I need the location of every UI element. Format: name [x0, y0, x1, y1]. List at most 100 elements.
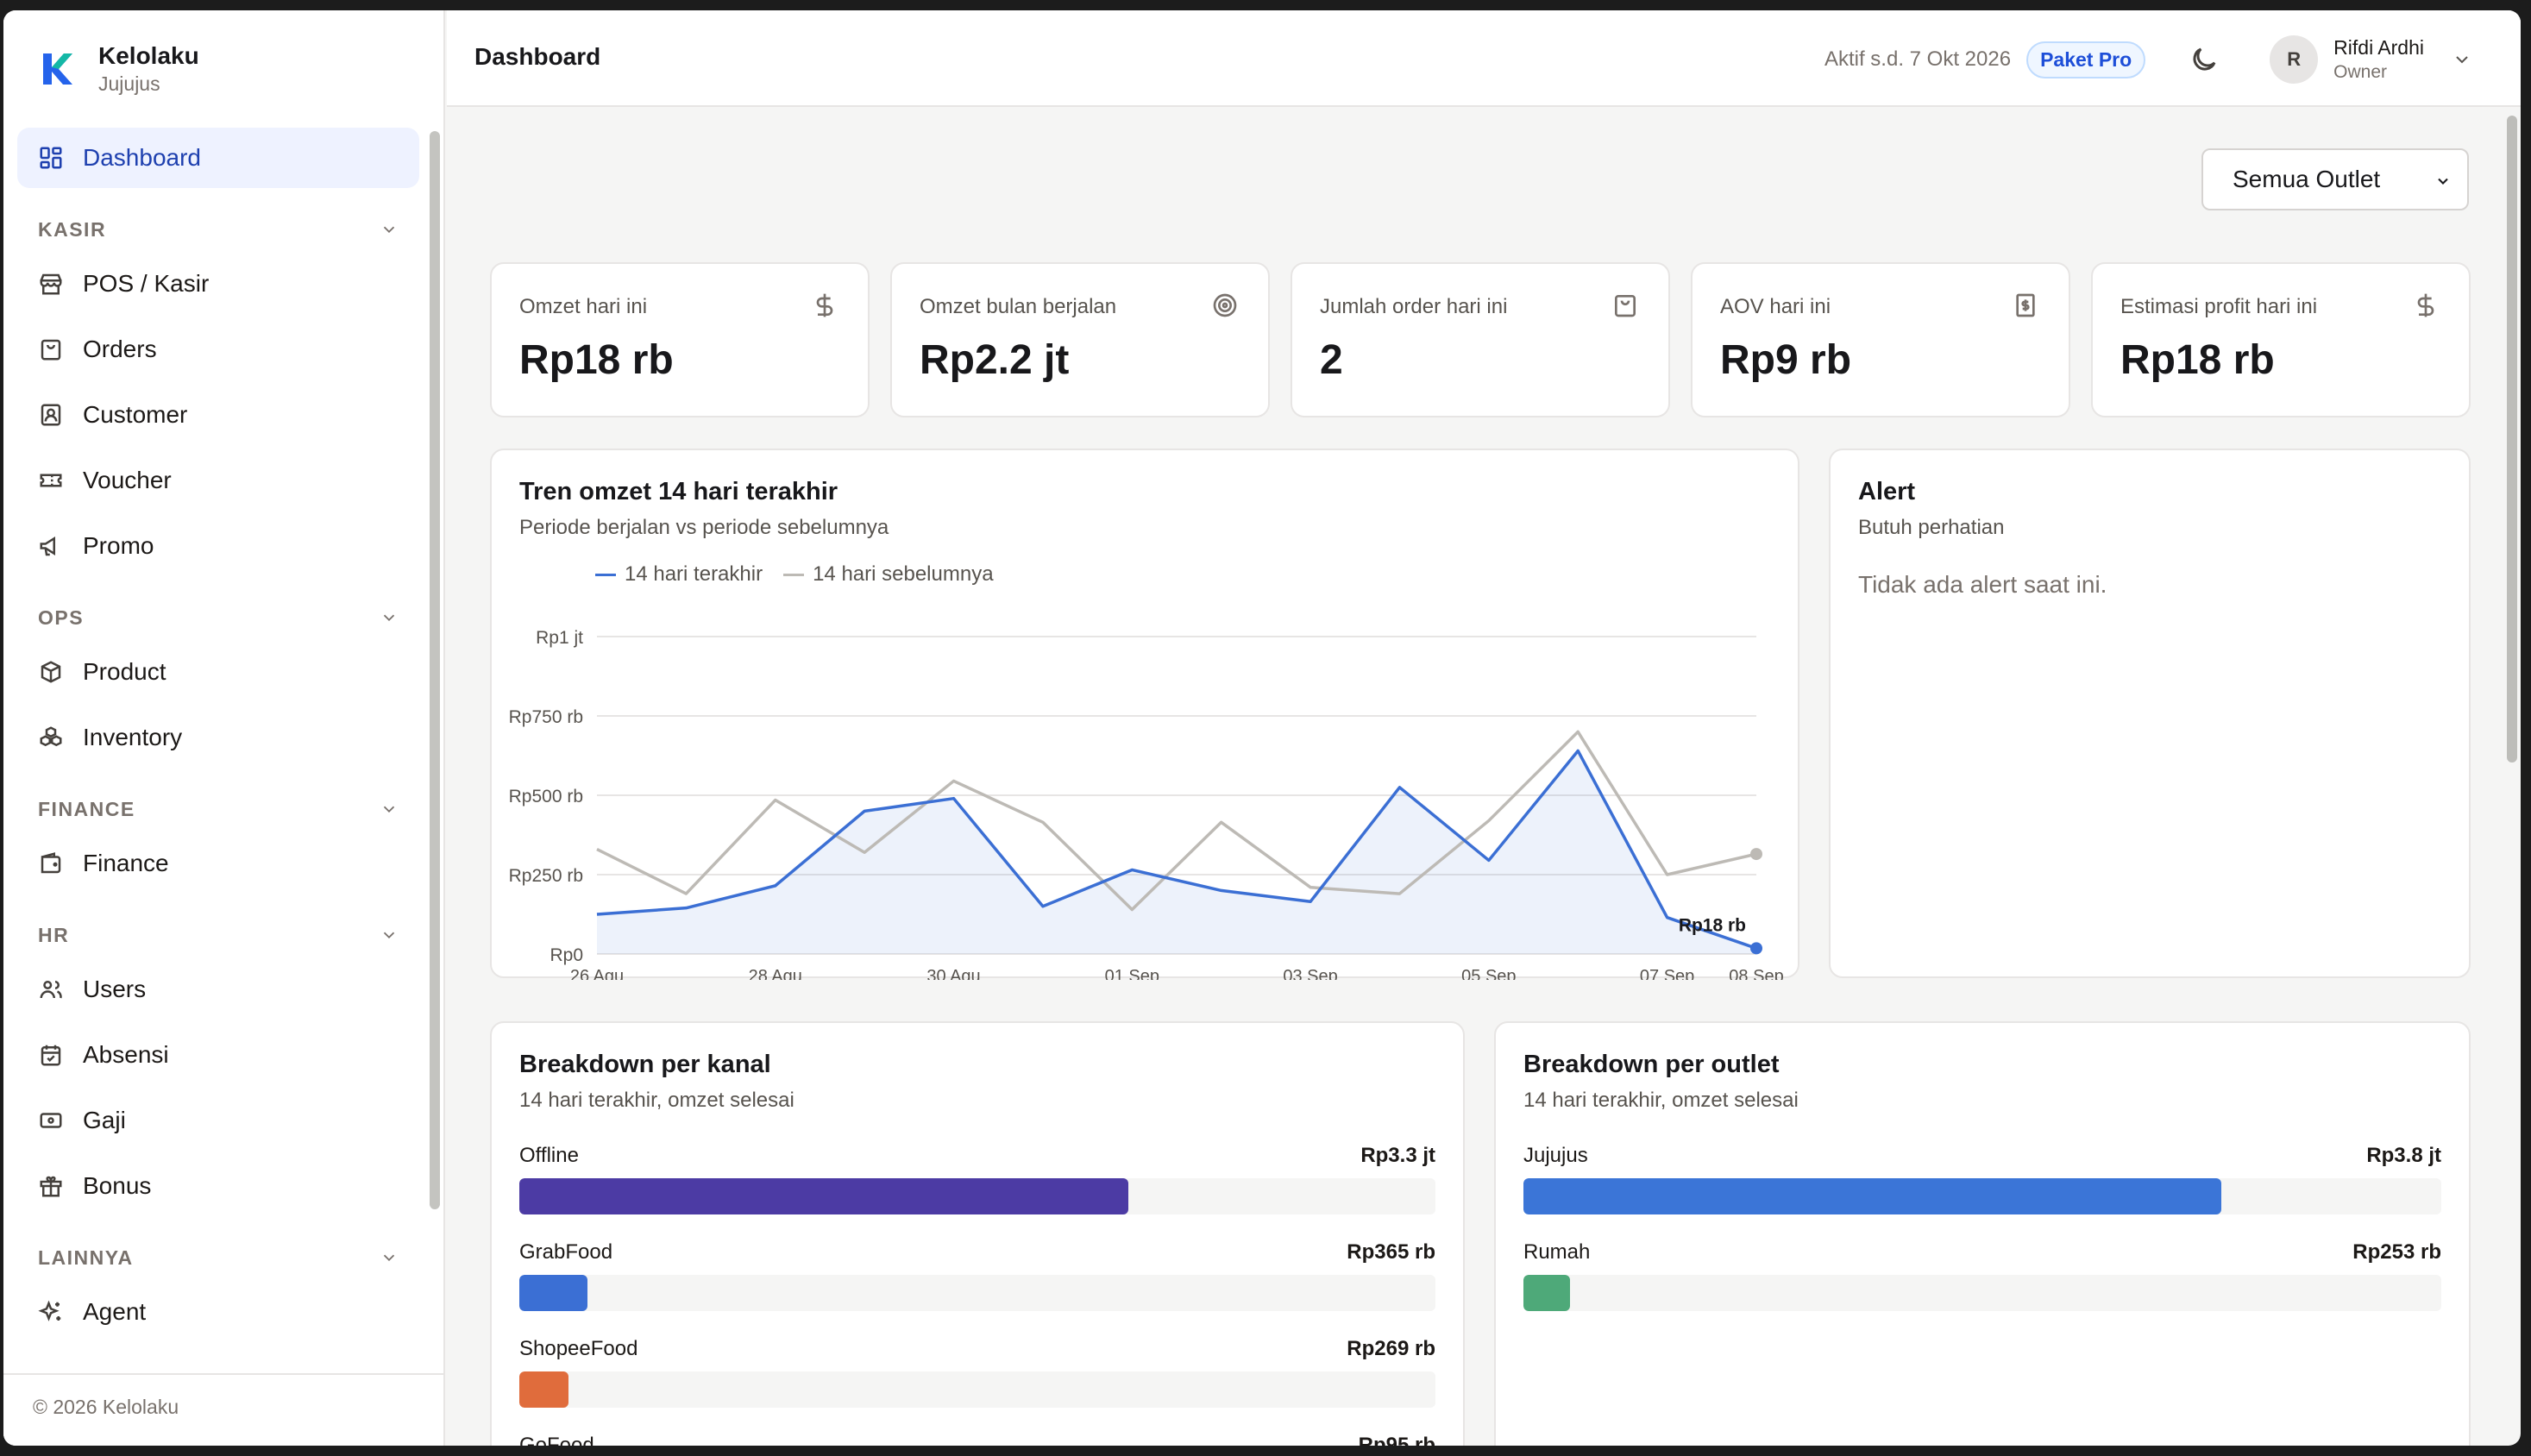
outlet-select[interactable]: Semua Outlet: [2201, 148, 2469, 210]
sidebar-item-label: Agent: [83, 1298, 147, 1325]
sidebar-item-label: Finance: [83, 850, 169, 876]
sidebar-item-label: Bonus: [83, 1172, 152, 1199]
store-icon: [38, 271, 64, 297]
alert-title: Alert: [1858, 478, 1916, 505]
breakdown-name: GoFood: [519, 1434, 594, 1446]
kpi-card-jumlah-order: Jumlah order hari ini 2: [1291, 262, 1670, 417]
kpi-value: Rp2.2 jt: [920, 337, 1070, 383]
breakdown-value: Rp95 rb: [1358, 1434, 1435, 1446]
kpi-value: 2: [1320, 337, 1343, 383]
breakdown-name: Jujujus: [1523, 1144, 1588, 1167]
sidebar-section-lainnya[interactable]: LAINNYA: [17, 1233, 419, 1282]
series-point-previous-last: [1750, 848, 1762, 861]
sidebar-item-gaji[interactable]: Gaji: [17, 1090, 419, 1151]
brand-name: Kelolaku: [98, 42, 199, 69]
contact-icon: [38, 402, 64, 428]
sidebar-item-product[interactable]: Product: [17, 642, 419, 702]
kpi-label: Omzet hari ini: [519, 295, 648, 318]
subscription-status: Aktif s.d. 7 Okt 2026: [1824, 47, 2012, 71]
sidebar-item-label: Customer: [83, 401, 188, 428]
sidebar-item-dashboard[interactable]: Dashboard: [17, 128, 419, 188]
chevron-down-icon: [383, 226, 395, 234]
ticket-icon: [38, 468, 64, 493]
sidebar-item-customer[interactable]: Customer: [17, 385, 419, 445]
receipt-icon: [2016, 293, 2035, 317]
kpi-label: Estimasi profit hari ini: [2120, 295, 2318, 318]
sidebar-item-absensi[interactable]: Absensi: [17, 1025, 419, 1085]
shopping-bag-icon: [38, 336, 64, 362]
breakdown-bar-track: [519, 1371, 1435, 1408]
chevron-down-icon[interactable]: [2452, 49, 2472, 70]
breakdown-channel-subtitle: 14 hari terakhir, omzet selesai: [519, 1089, 794, 1112]
kpi-value: Rp18 rb: [519, 337, 674, 383]
chevron-down-icon: [383, 614, 395, 622]
topbar-actions: Aktif s.d. 7 Okt 2026 Paket Pro R Rifdi …: [1824, 29, 2472, 90]
breakdown-bar-fill: [519, 1371, 569, 1408]
brand-subtitle: Jujujus: [98, 72, 160, 95]
user-menu[interactable]: Rifdi Ardhi Owner: [2333, 35, 2424, 85]
sidebar-item-users[interactable]: Users: [17, 959, 419, 1020]
breakdown-row: Offline Rp3.3 jt: [519, 1144, 1435, 1225]
breakdown-bar-track: [1523, 1275, 2441, 1311]
calendar-check-icon: [38, 1042, 64, 1068]
sidebar-item-label: Dashboard: [83, 144, 201, 171]
kpi-card-omzet-hari-ini: Omzet hari ini Rp18 rb: [490, 262, 870, 417]
breakdown-value: Rp253 rb: [2352, 1240, 2441, 1264]
kpi-card-profit: Estimasi profit hari ini Rp18 rb: [2091, 262, 2471, 417]
sidebar-item-orders[interactable]: Orders: [17, 319, 419, 380]
breakdown-bar-track: [1523, 1178, 2441, 1214]
y-tick-label: Rp1 jt: [536, 628, 583, 648]
breakdown-name: Offline: [519, 1144, 579, 1167]
x-tick-label: 03 Sep: [1283, 967, 1337, 980]
sidebar-item-label: Product: [83, 658, 166, 685]
kpi-label: AOV hari ini: [1720, 295, 1831, 318]
x-tick-label: 08 Sep: [1729, 967, 1783, 980]
kpi-card-omzet-bulan: Omzet bulan berjalan Rp2.2 jt: [890, 262, 1270, 417]
section-label: OPS: [38, 606, 85, 629]
sidebar-item-finance[interactable]: Finance: [17, 833, 419, 894]
section-label: LAINNYA: [38, 1246, 134, 1269]
dollar-icon: [2417, 293, 2434, 317]
sidebar-nav: Dashboard KASIR POS / Kasir Orders Custo…: [17, 128, 419, 1347]
x-tick-label: 30 Agu: [926, 967, 980, 980]
alert-empty-message: Tidak ada alert saat ini.: [1858, 571, 2107, 598]
avatar[interactable]: R: [2270, 35, 2319, 84]
sidebar-section-ops[interactable]: OPS: [17, 593, 419, 642]
breakdown-outlet-title: Breakdown per outlet: [1523, 1051, 1780, 1078]
boxes-icon: [38, 725, 64, 750]
sidebar-item-voucher[interactable]: Voucher: [17, 450, 419, 511]
sidebar-section-hr[interactable]: HR: [17, 911, 419, 959]
breakdown-bar-fill: [1523, 1275, 1571, 1311]
user-role: Owner: [2333, 62, 2388, 82]
sidebar-section-finance[interactable]: FINANCE: [17, 785, 419, 833]
section-label: KASIR: [38, 217, 107, 241]
sidebar-item-inventory[interactable]: Inventory: [17, 707, 419, 768]
kelolaku-logo-icon: [43, 53, 72, 85]
x-tick-label: 05 Sep: [1461, 967, 1516, 980]
layout-grid-icon: [38, 145, 64, 171]
kpi-label: Jumlah order hari ini: [1320, 295, 1508, 318]
breakdown-outlet-subtitle: 14 hari terakhir, omzet selesai: [1523, 1089, 1799, 1112]
brand[interactable]: Kelolaku Jujujus: [40, 41, 199, 97]
section-label: HR: [38, 923, 70, 946]
dollar-icon: [816, 293, 833, 317]
users-icon: [38, 976, 64, 1002]
sidebar-scrollbar[interactable]: [430, 131, 440, 1209]
section-label: FINANCE: [38, 797, 135, 820]
trend-card: Tren omzet 14 hari terakhir Periode berj…: [490, 449, 1799, 980]
wallet-icon: [38, 850, 64, 876]
sparkles-icon: [38, 1299, 64, 1325]
alert-card: Alert Butuh perhatian Tidak ada alert sa…: [1829, 449, 2471, 978]
breakdown-row: GrabFood Rp365 rb: [519, 1240, 1435, 1321]
breakdown-name: ShopeeFood: [519, 1337, 638, 1360]
data-label: Rp18 rb: [1679, 915, 1746, 935]
sidebar-item-agent[interactable]: Agent: [17, 1282, 419, 1342]
sidebar-section-kasir[interactable]: KASIR: [17, 205, 419, 254]
target-icon: [1213, 293, 1237, 317]
sidebar-item-bonus[interactable]: Bonus: [17, 1156, 419, 1216]
sidebar-item-pos[interactable]: POS / Kasir: [17, 254, 419, 314]
series-point-current-last: [1750, 942, 1762, 955]
sidebar-item-promo[interactable]: Promo: [17, 516, 419, 576]
main-scrollbar[interactable]: [2507, 116, 2517, 763]
moon-icon[interactable]: [2189, 44, 2220, 75]
